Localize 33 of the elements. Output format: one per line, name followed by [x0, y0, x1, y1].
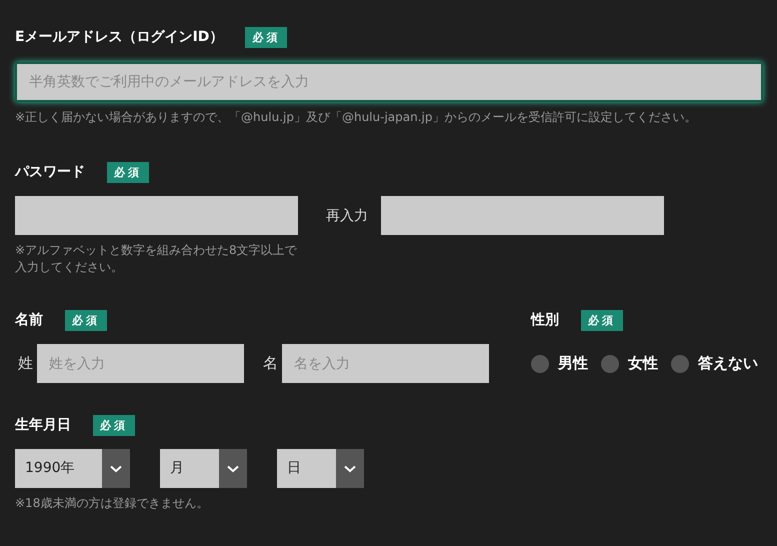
- field-note: ※アルファベットと数字を組み合わせた8文字以上で入力してください。: [15, 242, 297, 276]
- required-badge: 必須: [581, 310, 623, 330]
- name-field[interactable]: 姓を入力: [37, 344, 244, 383]
- dropdown[interactable]: 月: [160, 449, 247, 488]
- radio-label[interactable]: 答えない: [698, 354, 758, 373]
- radio-label[interactable]: 女性: [628, 354, 658, 373]
- radio-button[interactable]: [531, 354, 549, 372]
- dropdown[interactable]: 日: [277, 449, 364, 488]
- field-label: 姓: [18, 354, 33, 373]
- dropdown[interactable]: 1990年: [15, 449, 130, 488]
- required-badge: 必須: [245, 26, 288, 48]
- name-field[interactable]: 名を入力: [282, 344, 489, 383]
- chevron-down-icon: [227, 464, 239, 472]
- required-badge: 必須: [65, 310, 107, 330]
- email-field[interactable]: 半角英数でご利用中のメールアドレスを入力: [15, 62, 763, 102]
- field-label: 名: [263, 354, 278, 373]
- chevron-down-icon: [110, 464, 122, 472]
- field-label: 再入力: [326, 206, 368, 224]
- required-badge: 必須: [93, 414, 135, 436]
- radio-button[interactable]: [601, 354, 619, 372]
- required-badge: 必須: [107, 162, 149, 182]
- password-confirm-field[interactable]: [381, 196, 664, 235]
- field-label: 性別: [531, 311, 559, 329]
- field-note: ※18歳未満の方は登録できません。: [15, 495, 210, 512]
- field-label: パスワード: [15, 163, 85, 181]
- field-label: 名前: [15, 311, 43, 329]
- password-field[interactable]: [15, 196, 298, 235]
- chevron-down-icon: [344, 464, 356, 472]
- radio-label[interactable]: 男性: [558, 354, 588, 373]
- field-label: 生年月日: [15, 416, 71, 434]
- field-note: ※正しく届かない場合がありますので、「@hulu.jp」及び「@hulu-japan.jp」からのメールを受信許可に設定してください。: [15, 109, 698, 126]
- field-label: Eメールアドレス（ログインID）: [15, 28, 224, 46]
- radio-button[interactable]: [671, 354, 689, 372]
